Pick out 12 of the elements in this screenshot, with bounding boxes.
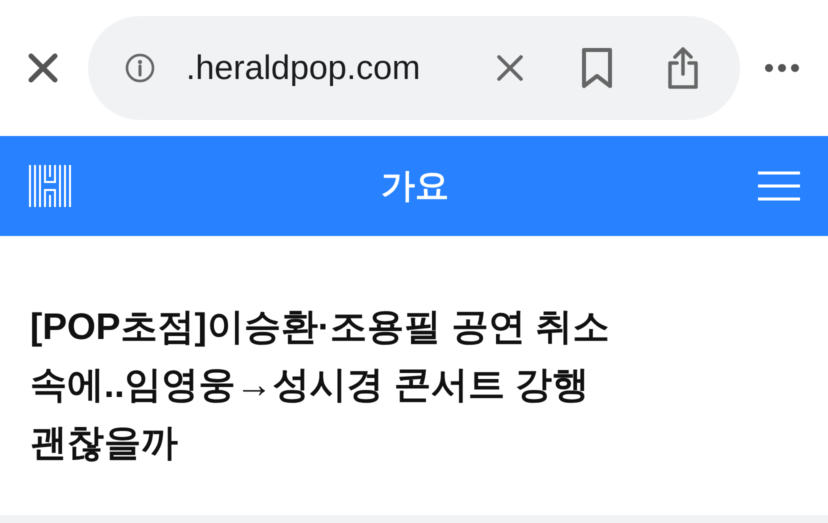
menu-icon[interactable]	[758, 171, 800, 201]
bookmark-icon[interactable]	[580, 46, 614, 90]
article-headline: [POP초점]이승환·조용필 공연 취소 속에..임영웅→성시경 콘서트 강행 괜찮을까	[29, 305, 611, 465]
section-title: 가요	[381, 166, 449, 206]
address-bar[interactable]: .heraldpop.com	[88, 16, 740, 120]
share-icon[interactable]	[666, 46, 700, 90]
logo-icon[interactable]	[28, 164, 72, 208]
clear-icon[interactable]	[496, 54, 524, 82]
close-icon[interactable]	[26, 51, 60, 85]
info-icon[interactable]	[124, 52, 156, 84]
more-icon[interactable]	[764, 63, 800, 73]
url-text: .heraldpop.com	[186, 48, 420, 88]
